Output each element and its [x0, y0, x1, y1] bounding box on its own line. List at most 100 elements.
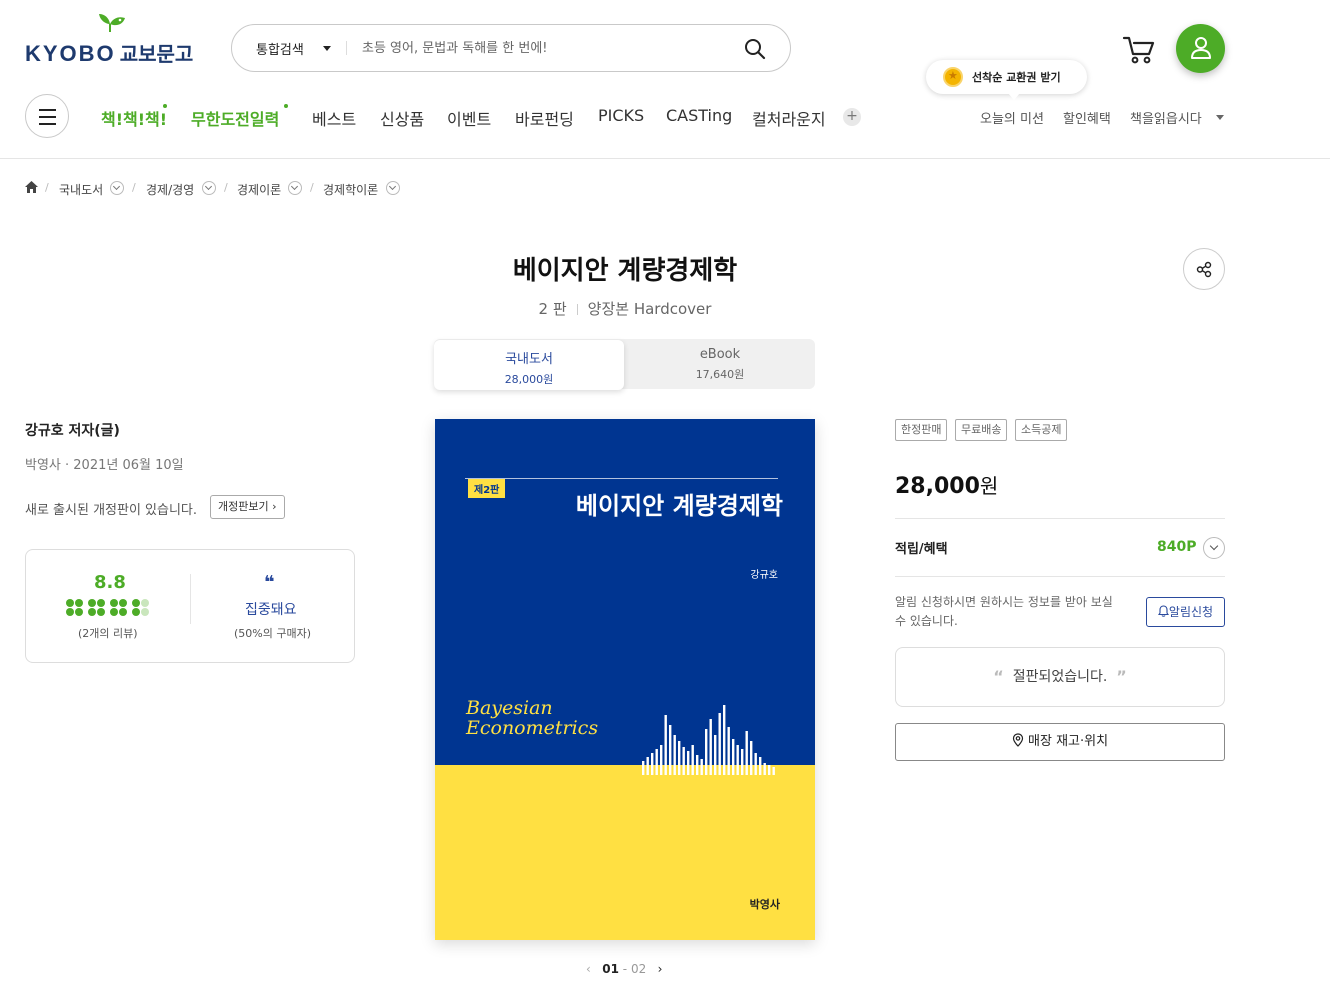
cover-rule	[465, 478, 778, 479]
home-icon[interactable]	[24, 180, 39, 194]
clover-icon	[110, 599, 127, 616]
util-reading[interactable]: 책을읽읍시다	[1130, 108, 1202, 127]
cover-bar	[772, 767, 775, 775]
gnb-item-funding[interactable]: 바로펀딩	[515, 106, 574, 130]
pager-current: 01	[602, 962, 619, 976]
store-stock-button[interactable]: 매장 재고·위치	[895, 723, 1225, 761]
cover-bar	[696, 755, 699, 775]
price-unit: 원	[979, 474, 999, 498]
breadcrumb-item[interactable]: 경제/경영	[146, 181, 194, 198]
util-discount[interactable]: 할인혜택	[1063, 108, 1111, 127]
cover-bar	[768, 765, 771, 775]
clover-rating	[66, 599, 154, 620]
reward-label: 적립/혜택	[895, 542, 948, 557]
gnb-item-new[interactable]: 신상품	[380, 106, 424, 130]
tab-ebook[interactable]: eBook 17,640원	[625, 339, 815, 389]
subtitle-divider	[576, 304, 578, 315]
badge-tax-deduction: 소득공제	[1015, 419, 1068, 441]
gnb-item-casting[interactable]: CASTing	[666, 106, 732, 125]
kyobo-logo[interactable]: KYOBO 교보문고	[25, 12, 207, 66]
clover-icon	[66, 599, 83, 616]
leaf-logo-icon	[99, 14, 125, 32]
gnb-item-picks[interactable]: PICKS	[598, 106, 644, 125]
chevron-right-icon[interactable]: ›	[658, 962, 663, 976]
new-dot	[284, 104, 288, 108]
caret-down-icon[interactable]	[1216, 115, 1224, 120]
image-pager: ‹ 01 - 02 ›	[586, 962, 662, 976]
gnb-item-calendar[interactable]: 무한도전일력	[191, 106, 279, 130]
hamburger-icon	[39, 109, 56, 111]
chevron-down-icon[interactable]	[202, 181, 216, 195]
menu-button[interactable]	[25, 94, 69, 138]
breadcrumb-separator: /	[224, 181, 228, 194]
bubble-tail	[1008, 93, 1020, 100]
chevron-down-icon[interactable]	[386, 181, 400, 195]
more-menu-button[interactable]: +	[843, 108, 861, 126]
gnb-item-event[interactable]: 이벤트	[447, 106, 491, 130]
breadcrumb-item[interactable]: 경제학이론	[323, 181, 378, 198]
logo-text: KYOBO	[25, 41, 116, 66]
gnb-item-culture[interactable]: 컬처라운지	[752, 106, 826, 130]
chevron-left-icon[interactable]: ‹	[586, 962, 591, 976]
cover-bar	[664, 715, 667, 775]
book-cover[interactable]: 제2판 베이지안 계량경제학 강규호 Bayesian Econometrics…	[435, 419, 815, 940]
cover-author: 강규호	[750, 570, 778, 581]
clover-icon	[88, 599, 105, 616]
caret-down-icon[interactable]	[323, 46, 331, 51]
chevron-down-icon[interactable]	[288, 181, 302, 195]
chevron-down-icon[interactable]	[1203, 537, 1225, 559]
review-summary[interactable]: 8.8 (2개의 리뷰) ❝ 집중돼요 (50%의 구매자)	[25, 549, 355, 663]
review-keyword: 집중돼요	[245, 602, 297, 618]
breadcrumb-item[interactable]: 국내도서	[59, 181, 103, 198]
gnb-item-best[interactable]: 베스트	[312, 106, 356, 130]
cover-yellow-area	[435, 765, 815, 940]
breadcrumb-item[interactable]: 경제이론	[237, 181, 281, 198]
location-pin-icon	[1012, 733, 1024, 747]
breadcrumb-separator: /	[45, 181, 49, 194]
cover-bar	[669, 725, 672, 775]
cover-publisher: 박영사	[749, 898, 780, 911]
chevron-down-icon[interactable]	[110, 181, 124, 195]
cover-bar	[678, 741, 681, 775]
bell-icon	[1157, 605, 1169, 617]
tab-name: eBook	[699, 347, 741, 362]
cover-bar	[718, 713, 721, 775]
tab-domestic-book[interactable]: 국내도서 28,000원	[434, 340, 624, 390]
alarm-button[interactable]: 알림신청	[1146, 597, 1225, 627]
cart-icon[interactable]	[1122, 34, 1156, 66]
product-subtitle: 2 판 양장본 Hardcover	[0, 298, 1250, 319]
binding-label: 양장본 Hardcover	[587, 300, 712, 318]
revision-view-button[interactable]: 개정판보기 ›	[210, 495, 285, 519]
gnb-item-chaek[interactable]: 책!책!책!	[101, 106, 167, 130]
cover-bar	[736, 745, 739, 775]
cover-bar	[646, 757, 649, 775]
promo-bubble[interactable]: 선착순 교환권 받기	[926, 60, 1087, 100]
clover-half-icon	[132, 599, 149, 616]
cover-bar	[655, 749, 658, 775]
share-button[interactable]	[1183, 248, 1225, 290]
alarm-button-label: 알림신청	[1168, 605, 1214, 619]
tab-price: 28,000원	[504, 373, 554, 386]
search-input[interactable]	[362, 37, 732, 59]
revision-note: 새로 출시된 개정판이 있습니다.	[25, 503, 198, 518]
tab-name: 국내도서	[505, 352, 553, 367]
search-icon[interactable]	[742, 36, 768, 62]
cover-bar	[682, 747, 685, 775]
search-scope-select[interactable]: 통합검색	[256, 39, 304, 58]
quote-icon: ❝	[264, 572, 275, 593]
author-link[interactable]: 강규호 저자(글)	[25, 420, 120, 440]
cover-bar	[660, 745, 663, 775]
my-account-button[interactable]	[1176, 24, 1225, 73]
cover-bar	[763, 763, 766, 775]
cover-bar	[687, 751, 690, 775]
promo-bubble-text: 선착순 교환권 받기	[972, 71, 1061, 84]
cover-bar	[691, 745, 694, 775]
share-icon	[1196, 261, 1212, 278]
product-price: 28,000원	[895, 470, 998, 499]
open-quote-icon: “	[993, 667, 1004, 686]
badge-free-shipping: 무료배송	[955, 419, 1008, 441]
cover-title: 베이지안 계량경제학	[575, 492, 783, 520]
pager-total: 02	[630, 962, 647, 976]
review-count: (2개의 리뷰)	[78, 627, 138, 640]
util-mission[interactable]: 오늘의 미션	[980, 108, 1044, 127]
